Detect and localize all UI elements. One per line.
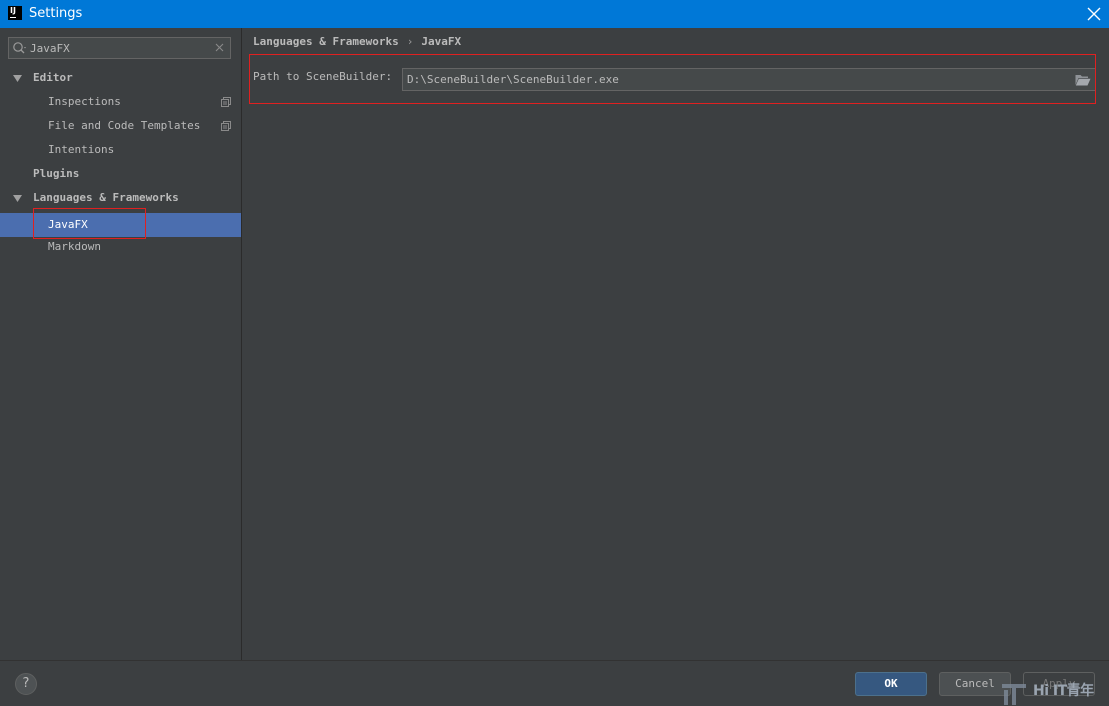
expand-arrow-icon[interactable] bbox=[13, 195, 22, 202]
scenebuilder-path-field[interactable] bbox=[402, 68, 1096, 91]
settings-sidebar: Editor Inspections File and Code Templat… bbox=[0, 28, 242, 660]
close-icon bbox=[1087, 7, 1101, 21]
tree-item-javafx[interactable]: JavaFX bbox=[0, 213, 241, 237]
dialog-footer: ? OK Cancel Apply bbox=[0, 660, 1109, 706]
ok-button[interactable]: OK bbox=[855, 672, 927, 696]
project-scope-icon bbox=[221, 121, 231, 131]
apply-button[interactable]: Apply bbox=[1023, 672, 1095, 696]
tree-item-label: Inspections bbox=[48, 95, 121, 108]
intellij-logo-icon: IJ bbox=[8, 6, 22, 20]
tree-item-label: Plugins bbox=[33, 167, 80, 180]
tree-item-label: Languages & Frameworks bbox=[33, 191, 179, 204]
help-button[interactable]: ? bbox=[15, 673, 37, 695]
tree-item-label: Intentions bbox=[48, 143, 115, 156]
tree-item-label: File and Code Templates bbox=[48, 119, 201, 132]
search-icon bbox=[13, 42, 26, 54]
search-box[interactable] bbox=[8, 37, 231, 59]
tree-item-plugins[interactable]: Plugins bbox=[0, 162, 241, 186]
scenebuilder-path-input[interactable] bbox=[407, 71, 1067, 88]
tree-item-editor[interactable]: Editor bbox=[0, 66, 241, 90]
tree-item-markdown[interactable]: Markdown bbox=[0, 235, 241, 259]
search-input[interactable] bbox=[30, 39, 210, 57]
tree-item-languages-frameworks[interactable]: Languages & Frameworks bbox=[0, 186, 241, 210]
tree-item-label: JavaFX bbox=[48, 218, 88, 231]
breadcrumb-section[interactable]: Languages & Frameworks bbox=[253, 35, 399, 48]
tree-item-label: Markdown bbox=[48, 240, 101, 253]
breadcrumb-page: JavaFX bbox=[421, 35, 462, 48]
clear-search-icon[interactable] bbox=[215, 43, 224, 52]
scenebuilder-path-label: Path to SceneBuilder: bbox=[253, 70, 393, 83]
breadcrumb: Languages & Frameworks › JavaFX bbox=[253, 34, 461, 50]
settings-window: IJ Settings Editor bbox=[0, 0, 1109, 706]
tree-item-label: Editor bbox=[33, 71, 73, 84]
tree-item-file-and-code-templates[interactable]: File and Code Templates bbox=[0, 114, 241, 138]
project-scope-icon bbox=[221, 97, 231, 107]
expand-arrow-icon[interactable] bbox=[13, 75, 22, 82]
folder-icon[interactable] bbox=[1075, 73, 1091, 86]
settings-content: Languages & Frameworks › JavaFX Path to Sc… bbox=[242, 28, 1109, 660]
tree-item-intentions[interactable]: Intentions bbox=[0, 138, 241, 162]
close-button[interactable] bbox=[1079, 0, 1109, 28]
breadcrumb-separator: › bbox=[406, 35, 414, 48]
cancel-button[interactable]: Cancel bbox=[939, 672, 1011, 696]
tree-item-inspections[interactable]: Inspections bbox=[0, 90, 241, 114]
title-bar: IJ Settings bbox=[0, 0, 1109, 28]
window-title: Settings bbox=[29, 6, 83, 21]
